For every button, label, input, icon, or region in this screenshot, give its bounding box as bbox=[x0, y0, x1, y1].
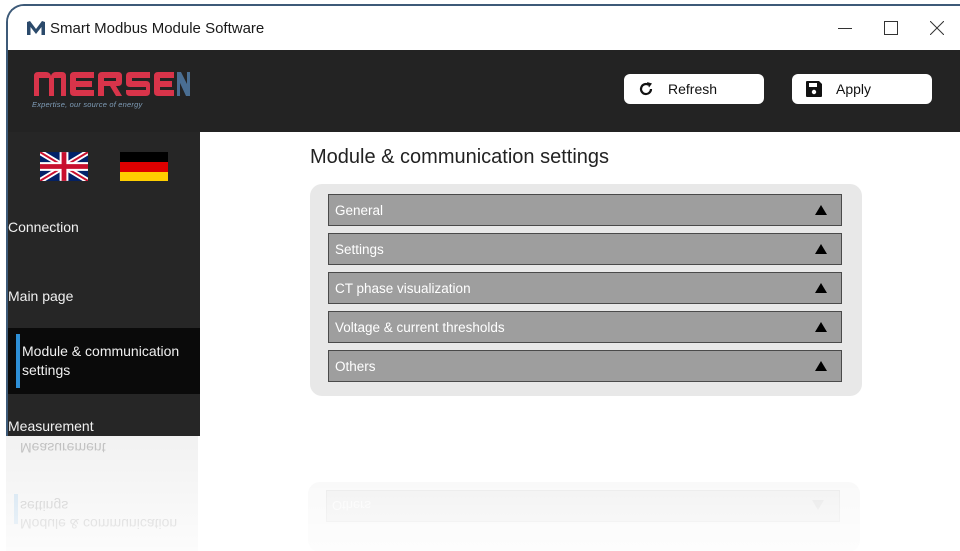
section-label: Voltage & current thresholds bbox=[335, 319, 505, 335]
header-bar: Expertise, our source of energy Refresh … bbox=[8, 50, 960, 132]
page-title: Module & communication settings bbox=[310, 146, 610, 168]
main-content: Module & communication settings General … bbox=[200, 132, 960, 436]
section-label: CT phase visualization bbox=[335, 280, 471, 296]
section-label: Settings bbox=[335, 241, 384, 257]
refresh-icon bbox=[636, 79, 656, 99]
collapse-arrow-icon[interactable] bbox=[815, 283, 827, 293]
section-voltage-current-thresholds[interactable]: Voltage & current thresholds bbox=[328, 311, 842, 343]
sidebar-item-label: Module & communication settings bbox=[22, 343, 180, 378]
sidebar-item-label: Measurement bbox=[8, 418, 94, 434]
sidebar-item-module-communication-settings[interactable]: Module & communication settings bbox=[8, 328, 200, 394]
sidebar-item-label: Main page bbox=[8, 288, 74, 304]
window-reflection: Measurement settings Module & communicat… bbox=[6, 436, 960, 551]
collapse-arrow-icon[interactable] bbox=[815, 361, 827, 371]
collapse-arrow-icon[interactable] bbox=[815, 322, 827, 332]
refresh-label: Refresh bbox=[668, 81, 718, 97]
apply-button[interactable]: Apply bbox=[792, 74, 932, 104]
apply-label: Apply bbox=[836, 81, 872, 97]
reflection-fade bbox=[6, 436, 960, 551]
section-general[interactable]: General bbox=[328, 194, 842, 226]
minimize-button[interactable] bbox=[822, 6, 868, 50]
refresh-button[interactable]: Refresh bbox=[624, 74, 764, 104]
minimize-icon bbox=[838, 28, 852, 29]
section-label: General bbox=[335, 202, 384, 218]
sidebar-item-connection[interactable]: Connection bbox=[8, 218, 200, 242]
language-selector bbox=[38, 149, 168, 184]
germany-flag-icon[interactable] bbox=[120, 152, 168, 181]
sidebar: Connection Main page Module & communicat… bbox=[8, 132, 200, 436]
save-icon bbox=[804, 79, 824, 99]
sidebar-item-label: Connection bbox=[8, 219, 79, 235]
mersen-logo bbox=[32, 68, 192, 103]
mersen-m-icon bbox=[26, 20, 46, 36]
window-title: Smart Modbus Module Software bbox=[50, 19, 265, 37]
settings-panel: General Settings CT phase visualization … bbox=[310, 184, 862, 396]
sidebar-item-main-page[interactable]: Main page bbox=[8, 287, 200, 311]
maximize-button[interactable] bbox=[868, 6, 914, 50]
sidebar-item-measurement[interactable]: Measurement bbox=[8, 417, 200, 436]
close-icon bbox=[930, 21, 944, 35]
app-window: Smart Modbus Module Software Expertise, … bbox=[6, 4, 960, 436]
uk-flag-icon[interactable] bbox=[38, 149, 90, 184]
maximize-icon bbox=[884, 21, 898, 35]
collapse-arrow-icon[interactable] bbox=[815, 205, 827, 215]
logo-tagline: Expertise, our source of energy bbox=[32, 100, 143, 109]
title-bar: Smart Modbus Module Software bbox=[8, 6, 960, 50]
section-settings[interactable]: Settings bbox=[328, 233, 842, 265]
collapse-arrow-icon[interactable] bbox=[815, 244, 827, 254]
close-button[interactable] bbox=[914, 6, 960, 50]
section-label: Others bbox=[335, 358, 376, 374]
section-others[interactable]: Others bbox=[328, 350, 842, 382]
section-ct-phase-visualization[interactable]: CT phase visualization bbox=[328, 272, 842, 304]
